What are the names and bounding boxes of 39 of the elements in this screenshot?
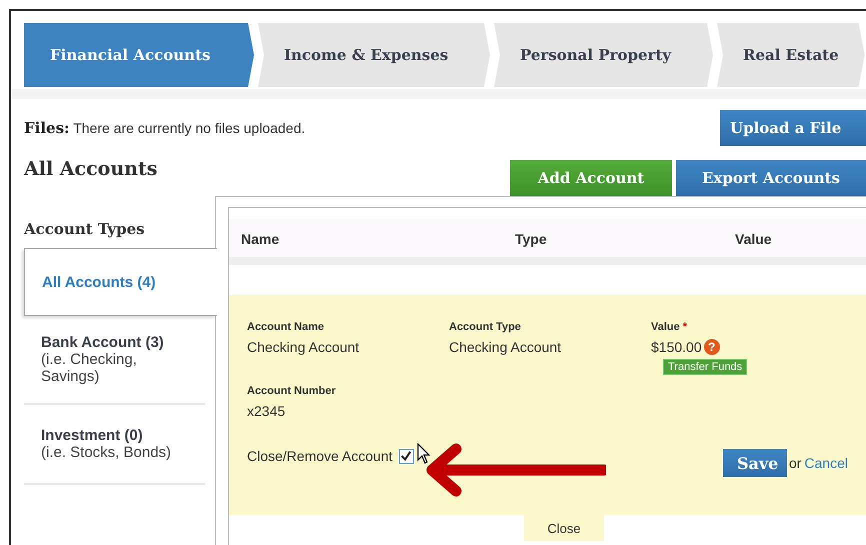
field-value: $150.00 xyxy=(651,339,702,355)
item-label: Bank Account (3) xyxy=(41,334,165,351)
upload-button[interactable]: Upload a File xyxy=(720,110,866,146)
checkbox-label: Close/Remove Account xyxy=(247,448,393,464)
transfer-button[interactable]: Transfer Funds xyxy=(663,359,748,375)
field-value: Checking Account xyxy=(449,339,562,355)
sidebar-item[interactable]: Investment (0) (i.e. Stocks, Bonds) xyxy=(24,405,205,485)
field-value: x2345 xyxy=(247,403,286,419)
required-mark: * xyxy=(682,321,688,333)
field-value: Checking Account xyxy=(247,339,360,355)
cancel-link[interactable]: Cancel xyxy=(804,455,848,471)
help-icon[interactable]: ? xyxy=(704,339,720,355)
column-header: Type xyxy=(515,231,548,247)
field-label: Account Type xyxy=(449,321,521,333)
save-button[interactable]: Save xyxy=(722,449,787,477)
item-label: All Accounts (4) xyxy=(42,274,157,290)
files-text: Files: There are currently no files uploaded. xyxy=(24,119,306,137)
field-label: Account Name xyxy=(247,321,324,333)
item-hint: (i.e. Checking, Savings) xyxy=(41,351,138,385)
tab[interactable]: Real Estate xyxy=(717,23,865,87)
add-account-button[interactable]: Add Account xyxy=(510,160,672,196)
tab[interactable]: Income & Expenses xyxy=(258,23,490,87)
close-button[interactable]: Close xyxy=(524,515,604,541)
item-hint: (i.e. Stocks, Bonds) xyxy=(41,444,172,461)
sidebar-item[interactable]: All Accounts (4) xyxy=(24,248,217,316)
checkbox[interactable] xyxy=(398,448,414,464)
cursor-icon xyxy=(417,443,431,465)
tab[interactable]: Financial Accounts xyxy=(24,23,254,87)
page-heading: All Accounts xyxy=(24,158,158,180)
tab[interactable]: Personal Property xyxy=(494,23,713,87)
column-header: Value xyxy=(735,231,773,247)
item-label: Investment (0) xyxy=(41,427,144,444)
sidebar-item[interactable]: Bank Account (3) (i.e. Checking, Savings) xyxy=(24,316,205,405)
export-button[interactable]: Export Accounts xyxy=(676,160,866,196)
column-header: Name xyxy=(241,231,280,247)
sidebar-title: Account Types xyxy=(24,220,146,238)
field-label: Account Number xyxy=(247,385,337,397)
or-text: or xyxy=(788,455,802,471)
field-label: Value xyxy=(651,321,680,333)
